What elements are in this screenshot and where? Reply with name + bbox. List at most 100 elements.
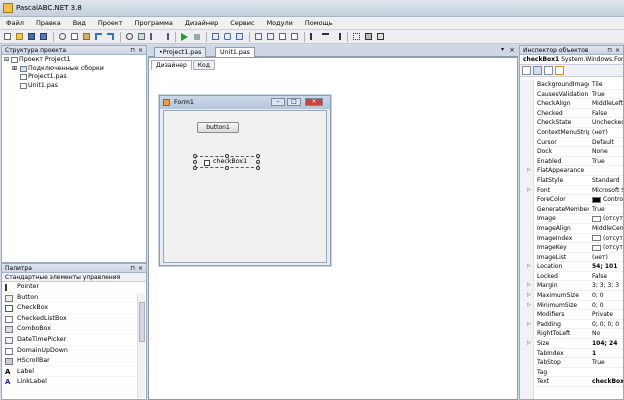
resize-handle[interactable]	[256, 160, 260, 164]
palette-item-linklabel[interactable]: A LinkLabel	[2, 377, 146, 388]
form-designer-icon[interactable]	[253, 31, 264, 42]
menu-program[interactable]: Программа	[135, 19, 173, 27]
property-row[interactable]: Enabled True	[520, 157, 623, 167]
undo-icon[interactable]	[93, 31, 104, 42]
tree-item-project1-pas[interactable]: Project1.pas	[2, 73, 146, 82]
palette-scrollbar[interactable]	[137, 294, 145, 398]
palette-item-checkedlistbox[interactable]: CheckedListBox	[2, 314, 146, 325]
align-center-icon[interactable]	[320, 31, 331, 42]
minimize-icon[interactable]: –	[271, 98, 285, 106]
property-row[interactable]: Dock None	[520, 147, 623, 157]
menu-view[interactable]: Вид	[73, 19, 86, 27]
tree-item-references[interactable]: ⊞ Подключенные сборки	[2, 65, 146, 74]
align-right-icon[interactable]	[332, 31, 343, 42]
menu-help[interactable]: Помощь	[305, 19, 333, 27]
property-value[interactable]: MiddleCenter	[592, 224, 623, 233]
open-folder-icon[interactable]	[14, 31, 25, 42]
property-value[interactable]: True	[592, 90, 623, 99]
menu-modules[interactable]: Модули	[267, 19, 293, 27]
properties-icon[interactable]	[544, 66, 553, 75]
property-value[interactable]: None	[592, 147, 623, 156]
palette-category[interactable]: Стандартные элементы управления	[2, 273, 146, 282]
close-icon[interactable]: ×	[615, 46, 620, 55]
tab-designer[interactable]: Дизайнер	[151, 60, 192, 70]
redo-icon[interactable]	[105, 31, 116, 42]
tab-code[interactable]: Код	[192, 60, 215, 70]
property-row[interactable]: Image (отсутст	[520, 214, 623, 224]
property-value[interactable]: MiddleLeft	[592, 99, 623, 108]
align-left-icon[interactable]	[308, 31, 319, 42]
property-row[interactable]: ContextMenuStrip (нет)	[520, 128, 623, 138]
palette-item-datetimepicker[interactable]: DateTimePicker	[2, 335, 146, 346]
form1-titlebar[interactable]: Form1 – □ ×	[160, 96, 330, 109]
property-row[interactable]: GenerateMember True	[520, 205, 623, 215]
property-row[interactable]: ImageAlign MiddleCenter	[520, 224, 623, 234]
pin-icon[interactable]: ⊓	[130, 46, 135, 55]
property-row[interactable]: CausesValidation True	[520, 90, 623, 100]
expand-icon[interactable]: ▷	[527, 301, 531, 310]
expand-icon[interactable]: ▷	[527, 281, 531, 290]
expand-icon[interactable]: ▷	[527, 291, 531, 300]
stop-icon[interactable]	[191, 31, 202, 42]
palette-item-pointer[interactable]: Pointer	[2, 282, 146, 293]
property-value[interactable]: 1	[592, 349, 623, 358]
property-row[interactable]: ▷ Location 54; 101	[520, 262, 623, 272]
cut-icon[interactable]	[57, 31, 68, 42]
checkbox-box[interactable]	[204, 160, 210, 166]
form1-window[interactable]: Form1 – □ × button1 checkBox1	[159, 95, 331, 266]
property-value[interactable]: 54; 101	[592, 262, 623, 271]
property-value[interactable]: Standard	[592, 176, 623, 185]
events-lightning-icon[interactable]	[555, 66, 564, 75]
collapse-icon[interactable]: ⊟	[4, 56, 9, 65]
tree-item-unit1-pas[interactable]: Unit1.pas	[2, 82, 146, 91]
copy-icon[interactable]	[69, 31, 80, 42]
property-value[interactable]: (отсутст	[592, 214, 623, 223]
property-row[interactable]: Cursor Default	[520, 138, 623, 148]
grid-icon[interactable]	[351, 31, 362, 42]
toggle-view-icon[interactable]	[265, 31, 276, 42]
property-value[interactable]: False	[592, 109, 623, 118]
save-all-icon[interactable]	[38, 31, 49, 42]
save-icon[interactable]	[26, 31, 37, 42]
property-value[interactable]: Unchecked	[592, 118, 623, 127]
property-value[interactable]: Tile	[592, 80, 623, 89]
property-value[interactable]: (отсутст	[592, 234, 623, 243]
palette-item-button[interactable]: Button	[2, 293, 146, 304]
resize-handle[interactable]	[193, 154, 197, 158]
property-value[interactable]: (отсутст	[592, 243, 623, 252]
property-value[interactable]: checkBox1	[592, 377, 623, 386]
property-row[interactable]: Checked False	[520, 109, 623, 119]
resize-handle[interactable]	[225, 166, 229, 170]
property-row[interactable]: TabStop True	[520, 358, 623, 368]
form1-client-area[interactable]: button1 checkBox1	[163, 110, 327, 263]
tree-item-project[interactable]: ⊟ Проект Project1	[2, 56, 146, 65]
resize-handle[interactable]	[193, 166, 197, 170]
property-row[interactable]: ▷ Margin 3; 3; 3; 3	[520, 281, 623, 292]
property-value[interactable]: 0; 0; 0; 0	[592, 320, 623, 329]
property-value[interactable]: 104; 24	[592, 339, 623, 348]
property-row[interactable]: ImageKey (отсутст	[520, 243, 623, 253]
property-value[interactable]: (нет)	[592, 253, 623, 262]
property-row[interactable]: ▷ MaximumSize 0; 0	[520, 291, 623, 301]
palette-item-hscrollbar[interactable]: HScrollBar	[2, 356, 146, 367]
close-icon[interactable]: ×	[305, 98, 323, 106]
palette-item-label[interactable]: A Label	[2, 367, 146, 378]
object-selector[interactable]: checkBox1 System.Windows.Forms.CheckBox	[520, 55, 623, 65]
button1[interactable]: button1	[197, 122, 239, 133]
tab-unit1-pas[interactable]: Unit1.pas	[215, 47, 255, 57]
add-unit-icon[interactable]	[289, 31, 300, 42]
expand-icon[interactable]: ⊞	[12, 65, 17, 74]
menu-designer[interactable]: Дизайнер	[185, 19, 218, 27]
property-value[interactable]: ControlText	[592, 195, 623, 204]
property-value[interactable]: No	[592, 329, 623, 338]
property-row[interactable]: CheckState Unchecked	[520, 118, 623, 128]
property-row[interactable]: Text checkBox1	[520, 377, 623, 387]
close-icon[interactable]: ×	[138, 264, 143, 273]
tab-project1-pas[interactable]: •Project1.pas	[154, 47, 207, 57]
expand-icon[interactable]: ▷	[527, 320, 531, 329]
pin-icon[interactable]: ⊓	[607, 46, 612, 55]
indent-icon[interactable]	[148, 31, 159, 42]
expand-icon[interactable]: ▷	[527, 262, 531, 271]
property-row[interactable]: Locked False	[520, 272, 623, 282]
palette-item-domainupdown[interactable]: DomainUpDown	[2, 346, 146, 357]
